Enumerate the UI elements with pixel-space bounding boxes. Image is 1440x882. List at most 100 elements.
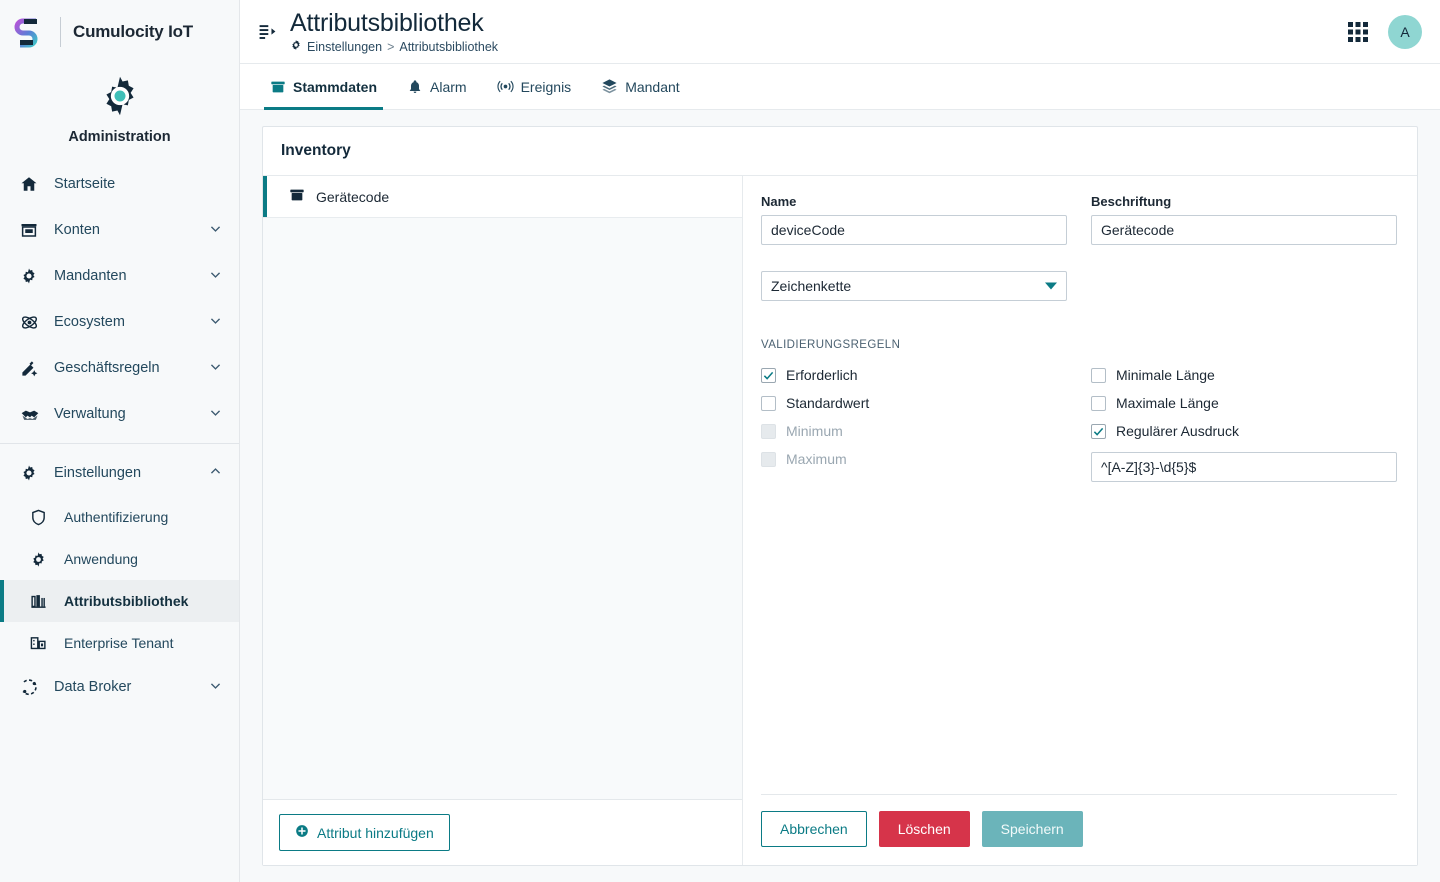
tab-ereignis[interactable]: Ereignis <box>483 64 586 109</box>
sidebar-label: Verwaltung <box>54 406 126 422</box>
tab-stammdaten[interactable]: Stammdaten <box>256 64 391 110</box>
broadcast-icon <box>497 78 514 95</box>
checkbox-box <box>761 395 776 411</box>
checkbox-label: Regulärer Ausdruck <box>1116 423 1239 439</box>
broker-icon <box>20 678 46 697</box>
layers-icon <box>601 78 618 95</box>
checkbox-box <box>1091 423 1106 439</box>
delete-button[interactable]: Löschen <box>878 811 970 847</box>
main-navigation: Startseite Konten Mandanten Ecosystem Ge… <box>0 161 239 710</box>
avatar[interactable]: A <box>1388 14 1422 49</box>
atom-icon <box>20 313 46 332</box>
chevron-up-icon <box>209 465 223 482</box>
gear-icon <box>20 267 46 285</box>
sidebar-item-verwaltung[interactable]: Verwaltung <box>0 391 239 437</box>
grid-icon[interactable] <box>1346 20 1370 44</box>
page-title: Attributsbibliothek <box>290 9 484 37</box>
validation-left-column: Erforderlich Standardwert Minimum Maximu… <box>761 361 1067 482</box>
checkbox-box <box>761 423 776 439</box>
plus-circle-icon <box>295 824 309 841</box>
list-item[interactable]: Gerätecode <box>263 176 742 218</box>
card-title: Inventory <box>281 142 351 159</box>
type-select[interactable]: Zeichenkette <box>761 271 1067 301</box>
tab-label: Stammdaten <box>293 78 378 95</box>
archive-box-icon <box>289 187 305 206</box>
brand-divider <box>60 17 61 47</box>
enterprise-icon <box>30 635 56 652</box>
checkbox-label: Minimum <box>786 423 843 439</box>
library-icon <box>30 593 56 610</box>
home-icon <box>20 175 46 193</box>
sidebar-label: Authentifizierung <box>64 509 169 525</box>
checkbox-erforderlich[interactable]: Erforderlich <box>761 361 1067 389</box>
sidebar-item-anwendung[interactable]: Anwendung <box>0 538 239 580</box>
tab-mandant[interactable]: Mandant <box>587 64 693 109</box>
attribute-form-panel: Name Zeichenkette <box>743 176 1417 865</box>
beschriftung-input[interactable] <box>1091 215 1397 245</box>
sidebar-item-konten[interactable]: Konten <box>0 207 239 253</box>
chevron-down-icon <box>209 360 223 377</box>
tab-label: Ereignis <box>520 78 572 95</box>
cancel-button[interactable]: Abbrechen <box>761 811 867 847</box>
validation-right-column: Minimale Länge Maximale Länge Regulärer … <box>1091 361 1397 482</box>
sidebar: Cumulocity IoT Administration Startseite <box>0 0 240 882</box>
name-field-group: Name Zeichenkette <box>761 194 1067 301</box>
handshake-icon <box>20 404 46 424</box>
sidebar-item-authentifizierung[interactable]: Authentifizierung <box>0 496 239 538</box>
checkbox-standardwert[interactable]: Standardwert <box>761 389 1067 417</box>
save-button[interactable]: Speichern <box>981 811 1083 847</box>
application-header: Administration <box>0 64 239 161</box>
chevron-down-icon <box>209 679 223 696</box>
bell-icon <box>407 79 423 95</box>
form-actions: Abbrechen Löschen Speichern <box>761 794 1397 865</box>
accounts-icon <box>20 221 46 239</box>
name-input[interactable] <box>761 215 1067 245</box>
sidebar-item-startseite[interactable]: Startseite <box>0 161 239 207</box>
form-row-names: Name Zeichenkette <box>761 194 1397 301</box>
sidebar-item-mandanten[interactable]: Mandanten <box>0 253 239 299</box>
checkbox-box <box>1091 367 1106 383</box>
list-footer: Attribut hinzufügen <box>263 799 742 865</box>
checkbox-label: Erforderlich <box>786 367 858 383</box>
breadcrumb: Einstellungen > Attributsbibliothek <box>290 39 1346 54</box>
chevron-down-icon <box>209 406 223 423</box>
gear-icon <box>290 39 302 54</box>
breadcrumb-root[interactable]: Einstellungen <box>307 40 382 54</box>
sidebar-item-enterprise-tenant[interactable]: Enterprise Tenant <box>0 622 239 664</box>
tab-bar: Stammdaten Alarm Ereignis Mandant <box>240 64 1440 110</box>
form-fields: Name Zeichenkette <box>761 194 1397 794</box>
regex-input[interactable] <box>1091 452 1397 482</box>
sidebar-label: Enterprise Tenant <box>64 635 174 651</box>
checkbox-maximale-laenge[interactable]: Maximale Länge <box>1091 389 1397 417</box>
name-label: Name <box>761 194 797 209</box>
checkbox-minimale-laenge[interactable]: Minimale Länge <box>1091 361 1397 389</box>
checkbox-label: Maximale Länge <box>1116 395 1219 411</box>
breadcrumb-current: Attributsbibliothek <box>399 39 499 54</box>
checkbox-regulaerer-ausdruck[interactable]: Regulärer Ausdruck <box>1091 417 1397 445</box>
sidebar-item-geschaeftsregeln[interactable]: Geschäftsregeln <box>0 345 239 391</box>
navigator-collapse-icon[interactable] <box>252 17 282 47</box>
checkbox-label: Minimale Länge <box>1116 367 1215 383</box>
inventory-card: Inventory Gerätecode Attribut hinzufügen… <box>262 126 1418 866</box>
validation-section-title: VALIDIERUNGSREGELN <box>761 339 901 351</box>
sidebar-item-ecosystem[interactable]: Ecosystem <box>0 299 239 345</box>
gear-icon <box>0 74 239 123</box>
card-body: Gerätecode Attribut hinzufügen Name devi… <box>263 175 1417 865</box>
tab-alarm[interactable]: Alarm <box>393 64 481 109</box>
attribute-list: Gerätecode <box>263 176 742 799</box>
title-block: Attributsbibliothek Einstellungen > Attr… <box>290 9 1346 54</box>
sidebar-item-data-broker[interactable]: Data Broker <box>0 664 239 710</box>
type-select-value: Zeichenkette <box>771 278 852 294</box>
top-bar: Attributsbibliothek Einstellungen > Attr… <box>240 0 1440 64</box>
type-select-wrapper: Zeichenkette <box>761 271 1067 301</box>
chevron-down-icon <box>209 268 223 285</box>
brand-header[interactable]: Cumulocity IoT <box>0 0 239 64</box>
breadcrumb-separator: > <box>387 39 395 54</box>
add-attribute-button[interactable]: Attribut hinzufügen <box>279 814 450 851</box>
sidebar-item-einstellungen[interactable]: Einstellungen <box>0 450 239 496</box>
sidebar-item-attributsbibliothek[interactable]: Attributsbibliothek <box>0 580 239 622</box>
sidebar-label: Geschäftsregeln <box>54 360 160 376</box>
sidebar-label: Mandanten <box>54 268 127 284</box>
top-bar-actions: A <box>1346 14 1422 49</box>
rules-icon <box>20 359 46 378</box>
